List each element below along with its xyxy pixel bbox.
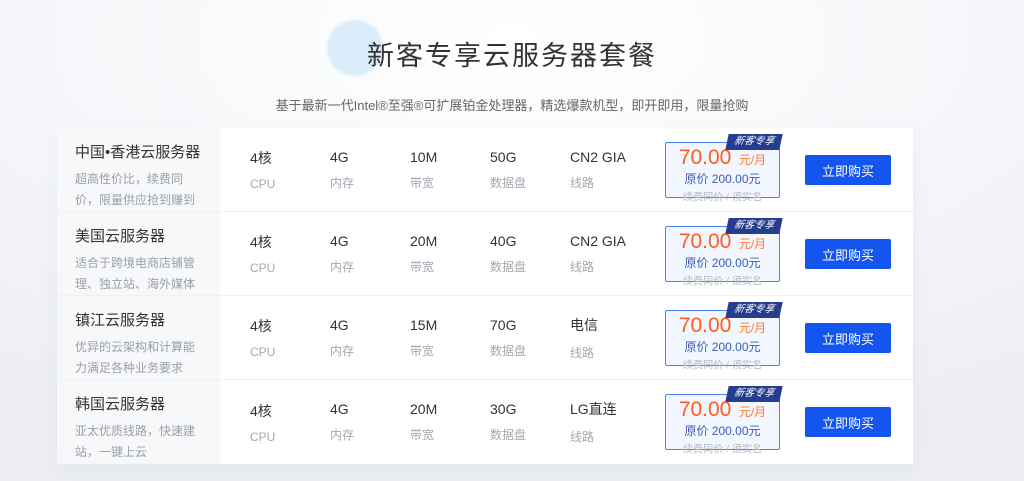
- spec-cpu: 4核 CPU: [250, 402, 276, 444]
- spec-list: 4核 CPU 4G 内存 15M 带宽 70G 数据盘 电信 线路: [220, 296, 670, 379]
- buy-button[interactable]: 立即购买: [805, 155, 891, 185]
- server-name: 韩国云服务器: [75, 396, 166, 413]
- server-row-usa: 美国云服务器 适合于跨境电商店铺管理、独立站、海外媒体运营等业务 4核 CPU …: [57, 212, 913, 296]
- server-row-zhenjiang: 镇江云服务器 优异的云架构和计算能力满足各种业务要求 4核 CPU 4G 内存 …: [57, 296, 913, 380]
- new-customer-badge: 新客专享: [725, 386, 783, 402]
- buy-button[interactable]: 立即购买: [805, 323, 891, 353]
- price-note: 续费同价 / 须实名: [682, 276, 763, 288]
- price-value: 70.00: [678, 230, 732, 253]
- spec-bandwidth: 15M 带宽: [410, 316, 438, 358]
- pricing-page: 新客专享云服务器套餐 基于最新一代Intel®至强®可扩展铂金处理器，精选爆款机…: [0, 0, 1024, 481]
- server-description: 亚太优质线路，快速建站，一键上云: [75, 424, 196, 459]
- price-unit: 元/月: [738, 237, 767, 251]
- price-value: 70.00: [678, 398, 732, 421]
- spec-list: 4核 CPU 4G 内存 20M 带宽 30G 数据盘 LG直连 线路: [220, 380, 670, 464]
- server-name: 美国云服务器: [75, 228, 166, 245]
- page-title: 新客专享云服务器套餐: [367, 41, 657, 71]
- price-box: 新客专享 70.00 元/月 原价 200.00元 续费同价 / 须实名: [665, 302, 783, 372]
- server-description: 适合于跨境电商店铺管理、独立站、海外媒体运营等业务: [75, 256, 196, 291]
- price-unit: 元/月: [738, 153, 767, 167]
- original-price: 原价 200.00元: [684, 340, 761, 355]
- spec-line: CN2 GIA 线路: [570, 148, 627, 190]
- pricing-table: 中国•香港云服务器 超高性价比，续费同价，限量供应抢到赚到 4核 CPU 4G …: [57, 128, 913, 464]
- spec-disk: 40G 数据盘: [490, 232, 527, 274]
- price-note: 续费同价 / 须实名: [682, 192, 763, 204]
- server-name-cell: 美国云服务器 适合于跨境电商店铺管理、独立站、海外媒体运营等业务: [57, 212, 220, 295]
- server-name: 中国•香港云服务器: [75, 144, 201, 161]
- price-value: 70.00: [678, 314, 732, 337]
- page-header: 新客专享云服务器套餐 基于最新一代Intel®至强®可扩展铂金处理器，精选爆款机…: [0, 0, 1024, 114]
- spec-cpu: 4核 CPU: [250, 150, 276, 191]
- server-name-cell: 镇江云服务器 优异的云架构和计算能力满足各种业务要求: [57, 296, 220, 379]
- buy-button[interactable]: 立即购买: [805, 239, 891, 269]
- spec-list: 4核 CPU 4G 内存 20M 带宽 40G 数据盘 CN2 GIA 线路: [220, 212, 670, 295]
- spec-line: LG直连 线路: [570, 401, 617, 444]
- spec-memory: 4G 内存: [330, 316, 355, 358]
- spec-cpu: 4核 CPU: [250, 318, 276, 359]
- server-description: 超高性价比，续费同价，限量供应抢到赚到: [75, 172, 196, 207]
- spec-memory: 4G 内存: [330, 148, 355, 190]
- spec-memory: 4G 内存: [330, 401, 355, 442]
- server-row-korea: 韩国云服务器 亚太优质线路，快速建站，一键上云 4核 CPU 4G 内存 20M…: [57, 380, 913, 464]
- server-name-cell: 中国•香港云服务器 超高性价比，续费同价，限量供应抢到赚到: [57, 128, 220, 211]
- spec-list: 4核 CPU 4G 内存 10M 带宽 50G 数据盘 CN2 GIA 线路: [220, 128, 670, 211]
- new-customer-badge: 新客专享: [725, 218, 783, 234]
- price-unit: 元/月: [738, 405, 767, 419]
- new-customer-badge: 新客专享: [725, 134, 783, 150]
- server-description: 优异的云架构和计算能力满足各种业务要求: [75, 340, 196, 375]
- server-row-hongkong: 中国•香港云服务器 超高性价比，续费同价，限量供应抢到赚到 4核 CPU 4G …: [57, 128, 913, 212]
- price-note: 续费同价 / 须实名: [682, 444, 763, 456]
- buy-button[interactable]: 立即购买: [805, 407, 891, 437]
- spec-bandwidth: 20M 带宽: [410, 232, 438, 274]
- spec-memory: 4G 内存: [330, 232, 355, 274]
- original-price: 原价 200.00元: [684, 172, 761, 187]
- spec-disk: 70G 数据盘: [490, 316, 527, 358]
- original-price: 原价 200.00元: [684, 256, 761, 271]
- page-subtitle: 基于最新一代Intel®至强®可扩展铂金处理器，精选爆款机型，即开即用，限量抢购: [275, 98, 749, 113]
- server-name-cell: 韩国云服务器 亚太优质线路，快速建站，一键上云: [57, 380, 220, 464]
- spec-line: CN2 GIA 线路: [570, 232, 627, 274]
- spec-disk: 30G 数据盘: [490, 401, 527, 442]
- spec-cpu: 4核 CPU: [250, 234, 276, 275]
- price-box: 新客专享 70.00 元/月 原价 200.00元 续费同价 / 须实名: [665, 386, 783, 456]
- price-value: 70.00: [678, 146, 732, 169]
- spec-bandwidth: 10M 带宽: [410, 148, 438, 190]
- price-note: 续费同价 / 须实名: [682, 360, 763, 372]
- spec-bandwidth: 20M 带宽: [410, 401, 438, 442]
- spec-disk: 50G 数据盘: [490, 148, 527, 190]
- original-price: 原价 200.00元: [684, 424, 761, 439]
- server-name: 镇江云服务器: [75, 312, 166, 329]
- price-unit: 元/月: [738, 321, 767, 335]
- price-box: 新客专享 70.00 元/月 原价 200.00元 续费同价 / 须实名: [665, 218, 783, 288]
- spec-line: 电信 线路: [570, 316, 598, 360]
- price-box: 新客专享 70.00 元/月 原价 200.00元 续费同价 / 须实名: [665, 134, 783, 204]
- new-customer-badge: 新客专享: [725, 302, 783, 318]
